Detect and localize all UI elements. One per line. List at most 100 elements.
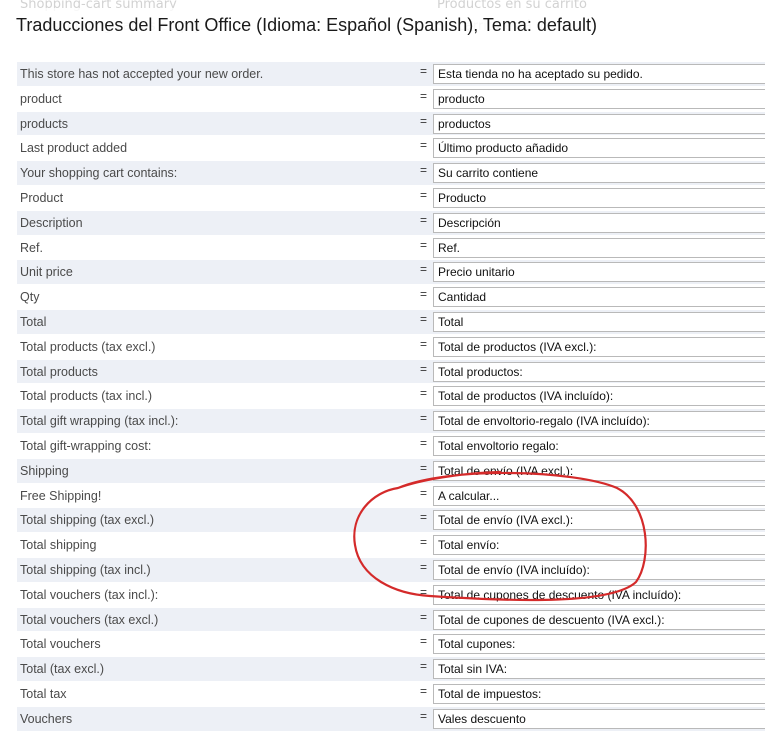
translation-input[interactable]: [433, 88, 765, 109]
translation-row: Total vouchers (tax excl.) =: [17, 607, 765, 633]
translation-input[interactable]: [433, 510, 765, 531]
equals-sign: =: [420, 237, 428, 252]
translation-input[interactable]: [433, 262, 765, 283]
translation-source-label: Total products (tax excl.): [20, 339, 156, 354]
equals-sign: =: [420, 708, 428, 723]
translation-row: Total products =: [17, 359, 765, 385]
translation-source-label: Your shopping cart contains:: [20, 166, 178, 181]
translation-input[interactable]: [433, 659, 765, 680]
translation-input[interactable]: [433, 212, 765, 233]
translation-source-label: Description: [20, 215, 83, 230]
equals-sign: =: [420, 88, 428, 103]
translation-row: Shipping =: [17, 458, 765, 484]
translation-row: Total products (tax incl.) =: [17, 384, 765, 410]
translation-row: Free Shipping! =: [17, 484, 765, 509]
equals-sign: =: [420, 683, 428, 698]
page-title: Traducciones del Front Office (Idioma: E…: [16, 15, 597, 35]
translation-input[interactable]: [433, 634, 765, 655]
translation-source-label: Ref.: [20, 240, 43, 255]
translation-input[interactable]: [433, 287, 765, 308]
translation-input[interactable]: [433, 64, 765, 84]
equals-sign: =: [420, 187, 428, 202]
equals-sign: =: [420, 584, 428, 599]
translation-input[interactable]: [433, 460, 765, 481]
equals-sign: =: [420, 138, 428, 153]
equals-sign: =: [420, 510, 428, 525]
translation-input[interactable]: [433, 609, 765, 630]
translation-input[interactable]: [433, 187, 765, 208]
translation-row: Total shipping (tax excl.) =: [17, 508, 765, 534]
translation-source-label: Total products: [20, 364, 98, 379]
translation-source-label: products: [20, 116, 68, 131]
equals-sign: =: [420, 361, 428, 376]
translation-row: Total gift-wrapping cost: =: [17, 434, 765, 459]
translation-input[interactable]: [433, 435, 765, 456]
title-bar: Traducciones del Front Office (Idioma: E…: [0, 8, 765, 42]
equals-sign: =: [420, 311, 428, 326]
translation-row: Product =: [17, 186, 765, 211]
translation-source-label: Total products (tax incl.): [20, 389, 152, 404]
translation-row: Total products (tax excl.) =: [17, 335, 765, 360]
translation-input[interactable]: [433, 386, 765, 407]
equals-sign: =: [420, 659, 428, 674]
equals-sign: =: [420, 411, 428, 426]
translation-row: Total =: [17, 309, 765, 335]
translation-input[interactable]: [433, 113, 765, 134]
translation-input[interactable]: [433, 485, 765, 506]
translation-source-label: Qty: [20, 290, 40, 305]
translation-row: Last product added =: [17, 136, 765, 162]
translation-source-label: Total: [20, 314, 47, 329]
translation-source-label: Last product added: [20, 141, 128, 156]
translation-row: This store has not accepted your new ord…: [17, 62, 765, 87]
translation-row: products =: [17, 111, 765, 137]
translation-source-label: Total (tax excl.): [20, 662, 105, 677]
translation-source-label: Total gift-wrapping cost:: [20, 438, 152, 453]
translation-source-label: Total shipping: [20, 538, 97, 553]
equals-sign: =: [420, 460, 428, 475]
translation-row: Total vouchers (tax incl.): =: [17, 583, 765, 608]
translation-input[interactable]: [433, 336, 765, 357]
equals-sign: =: [420, 535, 428, 550]
translation-source-label: Total shipping (tax incl.): [20, 562, 151, 577]
equals-sign: =: [420, 485, 428, 500]
translation-input[interactable]: [433, 683, 765, 704]
translation-source-label: Total shipping (tax excl.): [20, 513, 155, 528]
translation-input[interactable]: [433, 138, 765, 159]
translation-source-label: Unit price: [20, 265, 73, 280]
translation-input[interactable]: [433, 584, 765, 605]
translation-input[interactable]: [433, 708, 765, 729]
translation-row: Total tax =: [17, 682, 765, 707]
equals-sign: =: [420, 163, 428, 178]
translation-source-label: Total gift wrapping (tax incl.):: [20, 414, 179, 429]
translation-source-label: This store has not accepted your new ord…: [20, 67, 264, 81]
equals-sign: =: [420, 435, 428, 450]
translation-row: Unit price =: [17, 260, 765, 286]
translation-row: Total shipping (tax incl.) =: [17, 557, 765, 583]
equals-sign: =: [420, 262, 428, 277]
translation-input[interactable]: [433, 361, 765, 382]
equals-sign: =: [420, 634, 428, 649]
translation-row: Vouchers =: [17, 706, 765, 732]
translation-row: Description =: [17, 210, 765, 236]
translation-input[interactable]: [433, 535, 765, 556]
equals-sign: =: [420, 287, 428, 302]
equals-sign: =: [420, 212, 428, 227]
translation-row: Total vouchers =: [17, 632, 765, 658]
equals-sign: =: [420, 609, 428, 624]
translation-row: Ref. =: [17, 236, 765, 261]
translation-input[interactable]: [433, 311, 765, 332]
equals-sign: =: [420, 559, 428, 574]
translation-source-label: Shipping: [20, 463, 69, 478]
translation-row: Your shopping cart contains: =: [17, 161, 765, 186]
translation-row: product =: [17, 87, 765, 112]
translation-table: This store has not accepted your new ord…: [0, 62, 765, 732]
translation-source-label: Total tax: [20, 686, 67, 701]
translation-input[interactable]: [433, 163, 765, 184]
translation-row: Total (tax excl.) =: [17, 657, 765, 682]
translation-input[interactable]: [433, 411, 765, 432]
translation-input[interactable]: [433, 237, 765, 258]
translation-source-label: product: [20, 91, 62, 106]
translation-source-label: Total vouchers: [20, 637, 101, 652]
translation-row: Total gift wrapping (tax incl.): =: [17, 409, 765, 434]
translation-input[interactable]: [433, 559, 765, 580]
